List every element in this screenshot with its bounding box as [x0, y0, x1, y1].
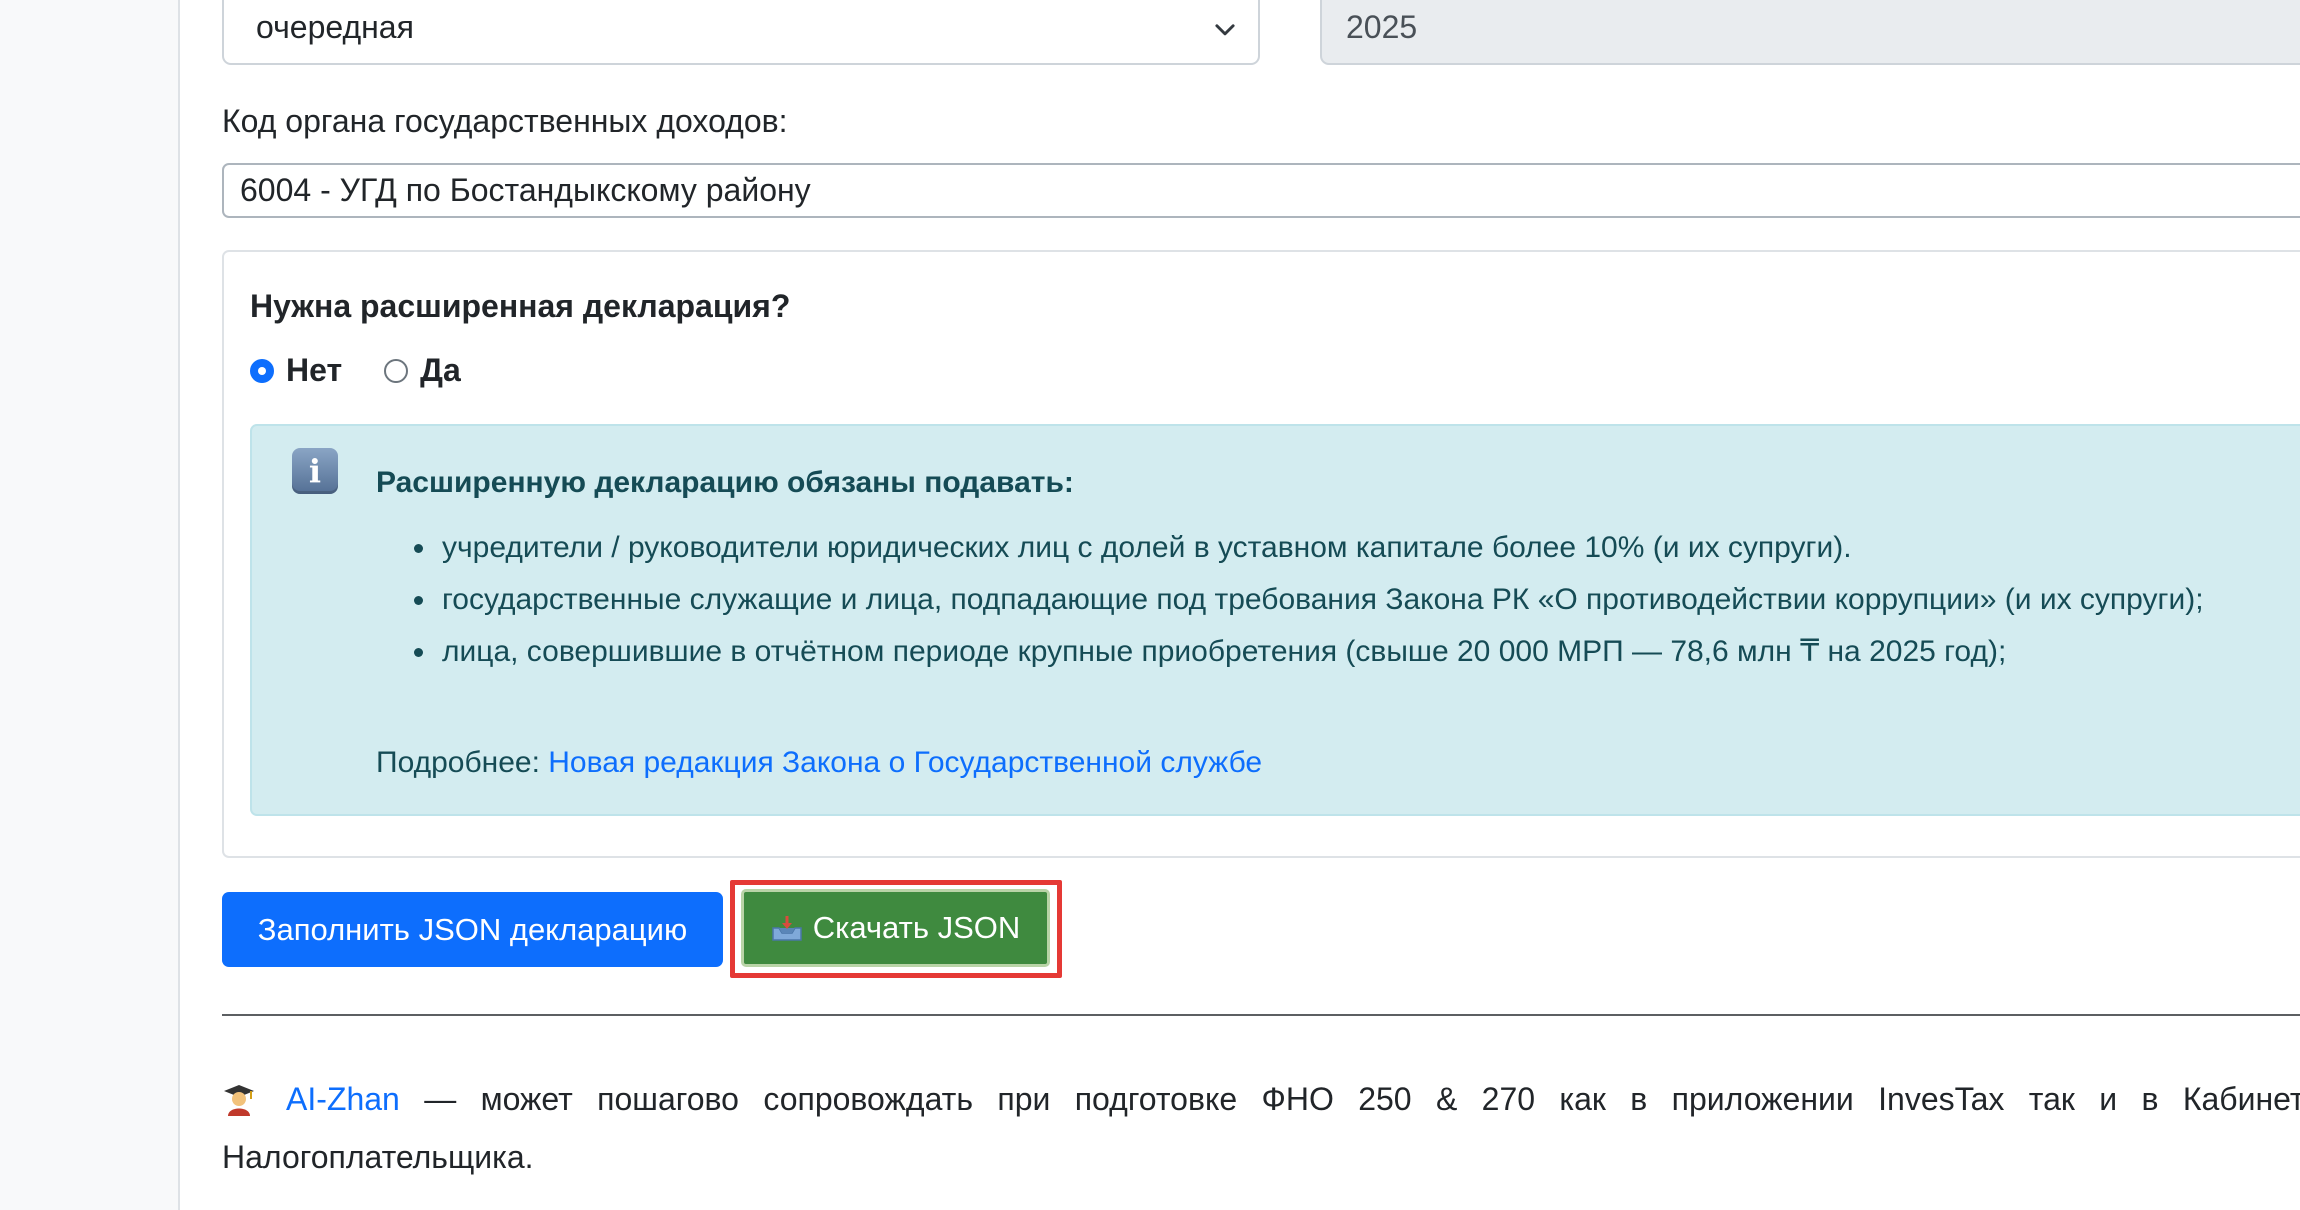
- left-panel-background: [0, 0, 180, 1210]
- year-field[interactable]: 2025: [1320, 0, 2300, 65]
- extended-declaration-card: Нужна расширенная декларация? Нет Да i Р…: [222, 250, 2300, 858]
- inbox-tray-icon: [771, 916, 802, 941]
- list-item: государственные служащие и лица, подпада…: [438, 574, 2300, 626]
- download-json-label: Скачать JSON: [812, 910, 1021, 945]
- civil-service-law-link[interactable]: Новая редакция Закона о Государственной …: [548, 746, 1262, 779]
- footer-paragraph: AI-Zhan — может пошагово сопровождать пр…: [222, 1070, 2300, 1186]
- alert-title: Расширенную декларацию обязаны подавать:: [376, 466, 1074, 499]
- alert-list: учредители / руководители юридических ли…: [402, 522, 2300, 678]
- radio-yes[interactable]: [384, 358, 409, 383]
- extended-question: Нужна расширенная декларация?: [250, 288, 791, 324]
- org-code-field[interactable]: 6004 - УГД по Бостандыкскому району: [222, 163, 2300, 218]
- org-code-value: 6004 - УГД по Бостандыкскому району: [240, 172, 811, 208]
- fill-json-button[interactable]: Заполнить JSON декларацию: [222, 892, 723, 967]
- footer-text: — может пошагово сопровождать при подгот…: [222, 1081, 2300, 1175]
- org-code-label: Код органа государственных доходов:: [222, 103, 788, 139]
- list-item: лица, совершившие в отчётном периоде кру…: [438, 626, 2300, 678]
- declaration-type-select[interactable]: очередная: [222, 0, 1260, 65]
- alert-more: Подробнее: Новая редакция Закона о Госуд…: [376, 746, 1262, 780]
- declaration-type-value: очередная: [256, 9, 414, 45]
- info-icon: i: [292, 448, 338, 494]
- list-item: учредители / руководители юридических ли…: [438, 522, 2300, 574]
- radio-option-no[interactable]: Нет: [250, 352, 342, 389]
- chevron-down-icon: [1215, 24, 1235, 36]
- radio-option-yes[interactable]: Да: [384, 352, 461, 389]
- extended-radio-group: Нет Да: [250, 352, 503, 389]
- radio-no[interactable]: [250, 358, 274, 383]
- alert-more-prefix: Подробнее:: [376, 746, 549, 779]
- ai-zhan-link[interactable]: AI-Zhan: [286, 1081, 400, 1117]
- year-value: 2025: [1346, 9, 1418, 45]
- student-emoji-icon: [224, 1085, 254, 1116]
- divider: [222, 1014, 2300, 1016]
- radio-yes-label: Да: [420, 352, 461, 388]
- radio-no-label: Нет: [286, 352, 343, 388]
- info-alert: i Расширенную декларацию обязаны подават…: [250, 424, 2300, 816]
- download-json-button[interactable]: Скачать JSON: [741, 889, 1050, 967]
